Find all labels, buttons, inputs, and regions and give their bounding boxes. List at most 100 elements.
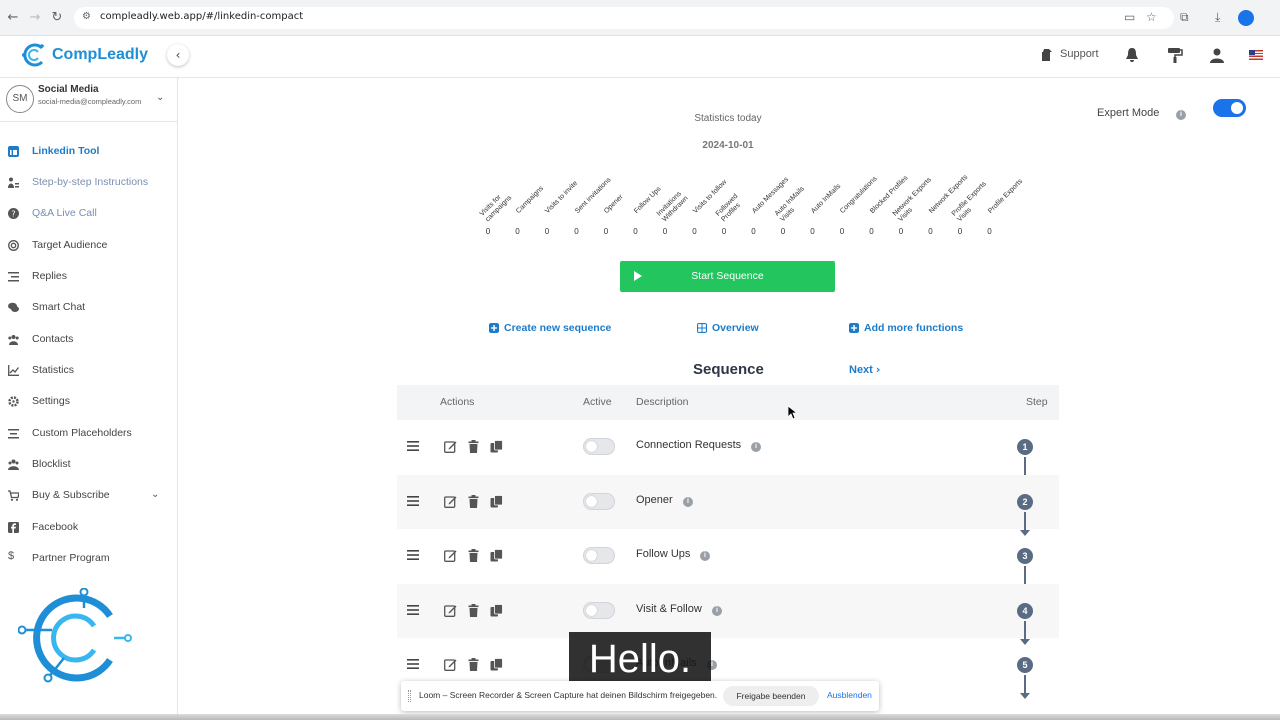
stat-value: 0 [957, 227, 963, 236]
active-toggle[interactable] [583, 492, 615, 510]
create-sequence-link[interactable]: Create new sequence [504, 322, 611, 334]
active-toggle[interactable] [583, 438, 615, 455]
sidebar-item-contacts[interactable]: Contacts [0, 328, 178, 352]
drag-handle-icon[interactable] [407, 659, 419, 669]
trash-icon[interactable] [467, 658, 480, 671]
install-icon[interactable]: ▭ [1124, 10, 1135, 24]
screen-share-notification: Loom – Screen Recorder & Screen Capture … [401, 681, 879, 711]
stop-sharing-button[interactable]: Freigabe beenden [723, 686, 819, 706]
download-icon[interactable]: ⤓ [1215, 10, 1220, 25]
copy-icon[interactable] [490, 658, 503, 671]
contacts-icon [8, 335, 19, 345]
sidebar-item-blocklist[interactable]: Blocklist [0, 453, 178, 477]
app-header: CompLeadly ‹ Support [0, 36, 1280, 78]
step-badge: 4 [1017, 602, 1033, 619]
sequence-row: Follow Ups 3 i [397, 529, 1059, 590]
stat-value: 0 [662, 227, 668, 236]
sidebar-item-instructions[interactable]: Step-by-step Instructions [0, 171, 178, 195]
sidebar-item-linkedin-tool[interactable]: Linkedin Tool [0, 140, 178, 164]
edit-icon[interactable] [444, 658, 457, 671]
back-icon[interactable]: ← [4, 9, 22, 27]
sidebar-item-statistics[interactable]: Statistics [0, 359, 178, 383]
next-link[interactable]: Next › [849, 363, 880, 376]
chevron-down-icon[interactable]: ⌄ [151, 489, 159, 500]
browser-profile-icon[interactable] [1238, 10, 1254, 26]
cart-icon [8, 490, 19, 501]
logo-text: CompLeadly [52, 46, 149, 63]
add-functions-link[interactable]: Add more functions [864, 322, 963, 334]
edit-icon[interactable] [444, 549, 457, 562]
drag-handle-icon[interactable] [407, 441, 419, 451]
expert-mode-toggle[interactable] [1213, 99, 1246, 117]
sidebar-item-settings[interactable]: Settings [0, 390, 178, 414]
extensions-icon[interactable]: ⧉ [1180, 10, 1189, 25]
trash-icon[interactable] [467, 440, 480, 453]
expert-mode-label: Expert Mode [1097, 107, 1160, 119]
sidebar-item-buy-subscribe[interactable]: Buy & Subscribe ⌄ [0, 484, 178, 508]
info-icon[interactable]: i [700, 551, 710, 561]
reload-icon[interactable]: ↻ [48, 9, 66, 27]
chevron-down-icon[interactable]: ⌄ [156, 92, 164, 103]
sidebar-item-replies[interactable]: Replies [0, 265, 178, 289]
info-icon[interactable]: i [683, 496, 693, 507]
sidebar-item-target-audience[interactable]: Target Audience [0, 234, 178, 258]
edit-icon[interactable] [444, 495, 457, 508]
step-badge: 2 [1017, 493, 1033, 510]
paint-roller-icon[interactable] [1167, 47, 1183, 63]
active-toggle[interactable] [583, 547, 615, 564]
stat-value: 0 [515, 227, 520, 236]
forward-icon[interactable]: → [26, 9, 44, 27]
edit-icon[interactable] [444, 440, 457, 453]
sequence-row: Connection Requests 1 i [397, 420, 1059, 481]
step-badge: 1 [1017, 439, 1033, 455]
edit-icon[interactable] [444, 604, 457, 617]
sequence-table-header: Actions Active Description Step [397, 385, 1059, 420]
support-link[interactable]: Support [1060, 48, 1099, 60]
bookmark-star-icon[interactable]: ☆ [1146, 10, 1157, 24]
copy-icon[interactable] [490, 494, 503, 508]
collapse-sidebar-button[interactable]: ‹ [167, 44, 189, 66]
drag-handle-icon[interactable] [407, 495, 419, 506]
replies-icon [8, 272, 19, 282]
trash-icon[interactable] [467, 494, 480, 508]
sidebar-item-partner-program[interactable]: $ Partner Program [0, 547, 178, 565]
sidebar-item-qa-live-call[interactable]: ? Q&A Live Call [0, 202, 178, 226]
drag-handle-icon[interactable] [407, 550, 419, 560]
step-arrow-icon [1020, 675, 1030, 699]
brand-logo[interactable]: CompLeadly [20, 42, 148, 73]
address-bar[interactable]: ⚙ compleadly.web.app/#/linkedin-compact [74, 7, 1174, 29]
info-icon[interactable]: i [712, 605, 722, 616]
info-icon[interactable]: i [751, 442, 761, 452]
stat-value: 0 [751, 227, 756, 236]
sequence-row: Opener 2 i [397, 474, 1059, 536]
url-text: compleadly.web.app/#/linkedin-compact [100, 11, 304, 22]
active-toggle[interactable] [583, 601, 615, 619]
us-flag-icon[interactable] [1249, 50, 1263, 60]
stat-value: 0 [603, 227, 609, 236]
site-settings-icon[interactable]: ⚙ [82, 11, 91, 22]
support-icon[interactable] [1040, 46, 1054, 62]
sidebar-item-custom-placeholders[interactable]: Custom Placeholders [0, 422, 178, 446]
user-switcher[interactable]: SM Social Media social-media@compleadly.… [0, 78, 178, 122]
svg-text:?: ? [11, 210, 15, 219]
info-icon[interactable]: i [1176, 110, 1186, 120]
table-icon[interactable] [697, 323, 707, 333]
sidebar-item-facebook[interactable]: Facebook [0, 516, 178, 540]
copy-icon[interactable] [490, 440, 503, 453]
start-sequence-button[interactable]: Start Sequence [620, 261, 835, 292]
hide-button[interactable]: Ausblenden [827, 690, 872, 700]
stat-value: 0 [692, 227, 697, 236]
drag-handle-icon[interactable] [408, 690, 411, 702]
plus-square-icon[interactable] [849, 323, 859, 333]
trash-icon[interactable] [467, 549, 480, 562]
step-description: Connection Requests [636, 439, 742, 451]
plus-square-icon[interactable] [489, 323, 499, 333]
sidebar-item-smart-chat[interactable]: Smart Chat [0, 296, 178, 320]
copy-icon[interactable] [490, 603, 503, 617]
copy-icon[interactable] [490, 549, 503, 562]
overview-link[interactable]: Overview [712, 322, 759, 334]
bell-icon[interactable] [1124, 47, 1140, 63]
drag-handle-icon[interactable] [407, 604, 419, 615]
user-icon[interactable] [1209, 47, 1225, 63]
trash-icon[interactable] [467, 603, 480, 617]
